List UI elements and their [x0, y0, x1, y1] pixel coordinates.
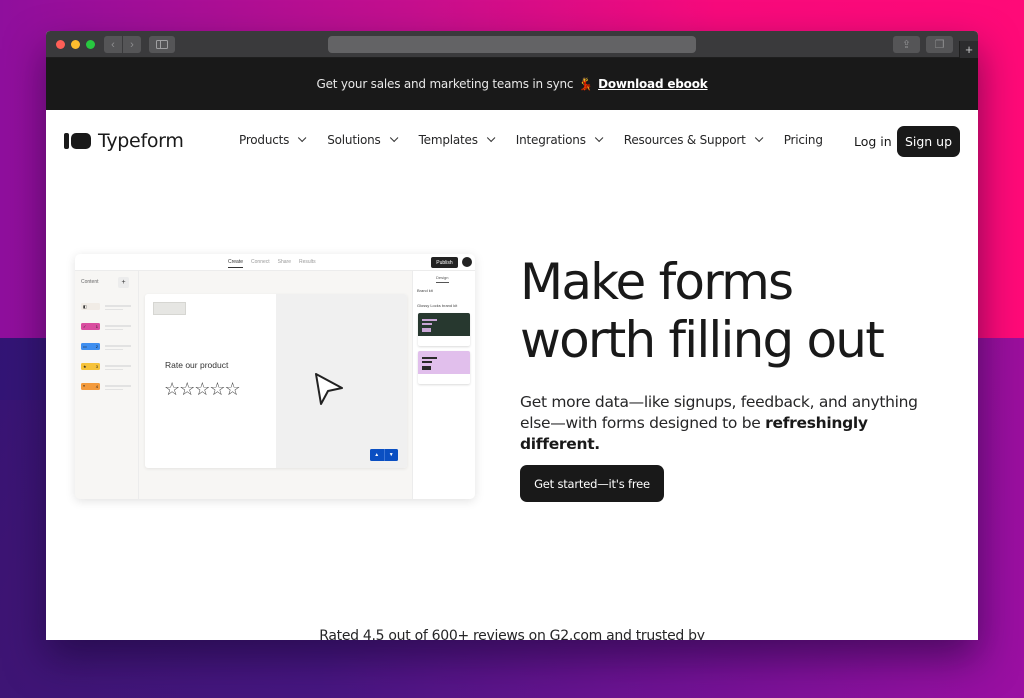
block-number: 3	[95, 364, 98, 369]
mockup-block-lines	[105, 325, 131, 332]
rating-text: Rated 4.5 out of 600+ reviews on G2.com …	[319, 628, 705, 640]
nav-item-label: Products	[239, 133, 290, 147]
sidebar-toggle-button[interactable]	[149, 36, 175, 53]
nav-item-integrations[interactable]: Integrations	[515, 133, 604, 147]
forward-button[interactable]: ›	[123, 36, 141, 53]
nav-item-label: Resources & Support	[623, 133, 746, 147]
nav-item-templates[interactable]: Templates	[418, 133, 496, 147]
banner-text: Get your sales and marketing teams in sy…	[316, 77, 574, 91]
mockup-tab-results: Results	[298, 259, 316, 265]
text-field-icon: ▭	[83, 344, 87, 349]
mockup-add-icon: +	[118, 277, 129, 288]
nav-item-products[interactable]: Products	[239, 133, 307, 147]
mockup-block-2: ▭ 2	[81, 343, 100, 350]
nav-item-resources-support[interactable]: Resources & Support	[623, 133, 764, 147]
share-button[interactable]: ⇪	[893, 36, 920, 53]
share-icon: ⇪	[901, 39, 912, 51]
chevron-left-icon: ‹	[111, 38, 115, 51]
tab-overview-button[interactable]: ❐	[926, 36, 953, 53]
mockup-question: Rate our product	[165, 360, 229, 370]
dancer-emoji-icon: 💃	[578, 77, 594, 91]
typeform-logo[interactable]: Typeform	[64, 130, 184, 152]
hero-title: Make forms worth filling out	[520, 253, 885, 369]
mockup-block-lines	[105, 305, 131, 312]
address-bar[interactable]	[328, 36, 696, 53]
welcome-icon: ◧	[83, 304, 87, 309]
mockup-design-panel: Design Brand kit Glossy Locks brand kit	[412, 271, 475, 499]
star-icon: ★	[83, 364, 87, 369]
mockup-theme-card-lilac	[418, 351, 470, 384]
mockup-block-lines	[105, 365, 131, 372]
mockup-toolbar: Create Connect Share Results Publish	[75, 254, 475, 271]
chevron-down-icon	[754, 133, 764, 143]
check-icon: ✓	[83, 324, 87, 329]
nav-item-solutions[interactable]: Solutions	[327, 133, 398, 147]
chevron-down-icon	[594, 133, 604, 143]
mockup-block-lines	[105, 345, 131, 352]
mockup-content-label: Content	[81, 279, 99, 285]
zoom-window-button[interactable]	[86, 40, 95, 49]
nav-item-label: Integrations	[515, 133, 586, 147]
chevron-down-icon	[389, 133, 398, 143]
mockup-block-1: ✓ 1	[81, 323, 100, 330]
new-tab-button[interactable]: +	[959, 41, 978, 58]
signup-button[interactable]: Sign up	[897, 126, 960, 157]
promo-banner: Get your sales and marketing teams in sy…	[46, 58, 978, 110]
minimize-window-button[interactable]	[71, 40, 80, 49]
chevron-right-icon: ›	[130, 38, 134, 51]
sidebar-icon	[156, 40, 168, 49]
mockup-avatar	[462, 257, 472, 267]
brand-name: Typeform	[98, 130, 184, 152]
mockup-design-underline	[436, 282, 449, 283]
chevron-down-icon	[298, 133, 307, 143]
chevron-down-icon: ▼	[388, 452, 394, 458]
hero-title-line-2: worth filling out	[520, 311, 885, 369]
typeform-logo-icon	[64, 133, 91, 149]
mockup-tab-share: Share	[277, 259, 291, 265]
tabs-icon: ❐	[934, 39, 945, 51]
nav-item-pricing[interactable]: Pricing	[784, 133, 823, 147]
block-number: 1	[95, 324, 98, 329]
mockup-form-canvas: Rate our product ☆☆☆☆☆ ▲ ▼	[145, 294, 407, 468]
cursor-arrow-icon	[315, 373, 343, 405]
mockup-publish-button: Publish	[431, 257, 458, 268]
get-started-button[interactable]: Get started—it's free	[520, 465, 664, 502]
hero-title-line-1: Make forms	[520, 253, 794, 311]
mockup-tabs: Create Connect Share Results	[228, 259, 316, 268]
nav-item-label: Templates	[418, 133, 478, 147]
back-button[interactable]: ‹	[104, 36, 122, 53]
mockup-nav-buttons: ▲ ▼	[370, 449, 398, 461]
star-rating-icons: ☆☆☆☆☆	[164, 379, 241, 399]
hero-subtitle: Get more data—like signups, feedback, an…	[520, 392, 950, 455]
mockup-tab-create: Create	[228, 259, 244, 268]
top-navigation: Typeform Products Solutions Templates In…	[46, 110, 978, 172]
mockup-block-lines	[105, 385, 131, 392]
main-menu: Products Solutions Templates Integration…	[239, 133, 847, 147]
chevron-up-icon: ▲	[370, 449, 385, 461]
login-link[interactable]: Log in	[854, 134, 892, 149]
browser-window: ‹ › ⇪ ❐ + Get your sales and marketing t…	[46, 31, 978, 640]
block-number: 4	[95, 384, 98, 389]
mockup-kit-name: Glossy Locks brand kit	[417, 303, 458, 308]
chevron-down-icon	[486, 133, 496, 143]
mockup-tab-connect: Connect	[251, 259, 270, 265]
block-number: 2	[95, 344, 98, 349]
mockup-block-4: ❝ 4	[81, 383, 100, 390]
close-window-button[interactable]	[56, 40, 65, 49]
nav-item-label: Solutions	[327, 133, 381, 147]
product-mockup-image: Create Connect Share Results Publish Con…	[75, 254, 475, 499]
download-ebook-link[interactable]: Download ebook	[598, 77, 708, 91]
mockup-block-3: ★ 3	[81, 363, 100, 370]
nav-item-label: Pricing	[783, 133, 823, 147]
mockup-content-panel: Content + ◧ ✓ 1 ▭ 2 ★ 3 ❝ 4	[75, 271, 139, 499]
mockup-design-tab: Design	[436, 275, 449, 280]
mockup-logo-placeholder	[153, 302, 186, 315]
browser-titlebar: ‹ › ⇪ ❐ +	[46, 31, 978, 58]
mockup-brand-kit-label: Brand kit	[417, 288, 433, 293]
quote-icon: ❝	[83, 384, 86, 389]
mockup-theme-card-dark	[418, 313, 470, 346]
mockup-block-welcome: ◧	[81, 303, 100, 310]
